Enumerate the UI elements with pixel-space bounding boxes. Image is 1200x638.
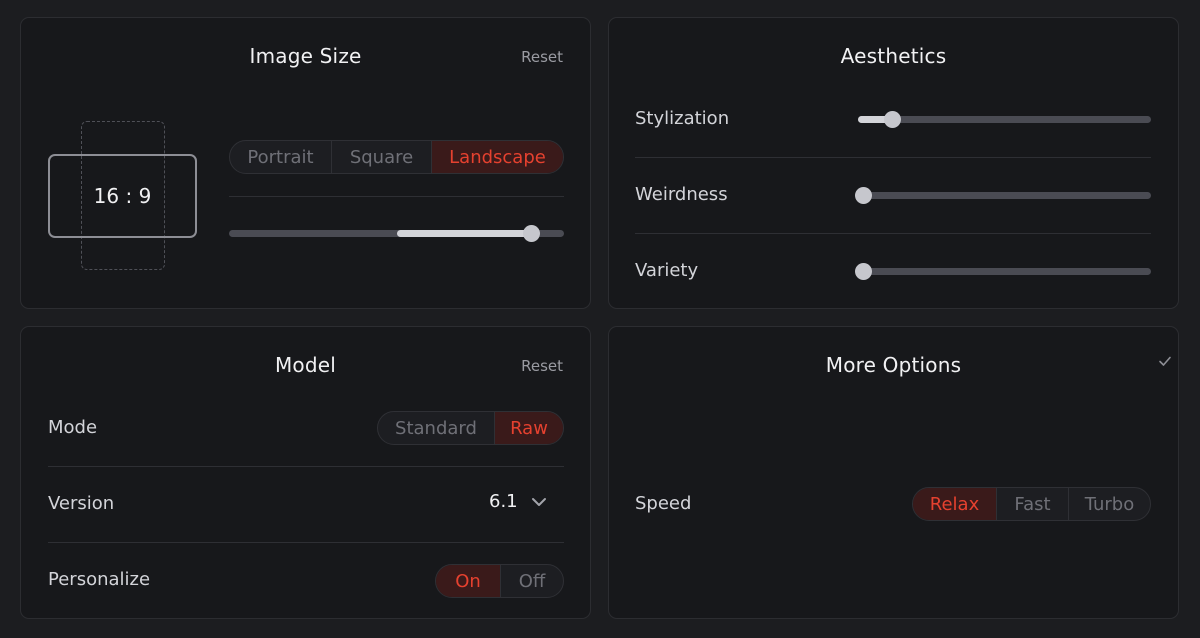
image-size-slider-fill (396, 230, 531, 237)
model-divider-2 (48, 542, 564, 543)
model-title: Model (274, 353, 337, 377)
image-size-slider[interactable] (229, 225, 564, 242)
personalize-off-button[interactable]: Off (500, 565, 563, 597)
image-size-reset-button[interactable]: Reset (521, 48, 563, 66)
mode-label: Mode (48, 417, 98, 438)
weirdness-slider[interactable] (855, 187, 1151, 204)
speed-segmented-control: Relax Fast Turbo (912, 487, 1151, 521)
mode-standard-button[interactable]: Standard (378, 412, 494, 444)
variety-slider[interactable] (855, 263, 1151, 280)
speed-relax-button[interactable]: Relax (913, 488, 996, 520)
version-label: Version (48, 493, 115, 514)
orientation-square-button[interactable]: Square (331, 141, 431, 173)
aesthetics-divider-2 (635, 233, 1151, 234)
variety-label: Variety (635, 260, 699, 281)
stylization-slider[interactable] (858, 111, 1151, 128)
image-size-title: Image Size (249, 44, 362, 68)
more-options-title: More Options (825, 353, 962, 377)
aspect-ratio-preview: 16 : 9 (48, 154, 197, 238)
mode-raw-button[interactable]: Raw (494, 412, 563, 444)
stylization-label: Stylization (635, 108, 730, 129)
variety-slider-thumb[interactable] (855, 263, 872, 280)
speed-turbo-button[interactable]: Turbo (1068, 488, 1150, 520)
orientation-portrait-button[interactable]: Portrait (230, 141, 331, 173)
personalize-label: Personalize (48, 569, 151, 590)
mode-segmented-control: Standard Raw (377, 411, 564, 445)
model-reset-button[interactable]: Reset (521, 357, 563, 375)
speed-label: Speed (635, 493, 692, 514)
version-value[interactable]: 6.1 (489, 491, 518, 512)
weirdness-label: Weirdness (635, 184, 728, 205)
image-size-divider (229, 196, 564, 197)
checkmark-icon[interactable] (1158, 355, 1172, 367)
personalize-on-button[interactable]: On (436, 565, 500, 597)
speed-fast-button[interactable]: Fast (996, 488, 1068, 520)
more-options-panel: More Options (608, 326, 1179, 619)
aesthetics-divider-1 (635, 157, 1151, 158)
model-divider-1 (48, 466, 564, 467)
orientation-landscape-button[interactable]: Landscape (431, 141, 563, 173)
personalize-segmented-control: On Off (435, 564, 564, 598)
chevron-down-icon[interactable] (531, 496, 547, 508)
weirdness-slider-thumb[interactable] (855, 187, 872, 204)
aesthetics-title: Aesthetics (840, 44, 947, 68)
orientation-segmented-control: Portrait Square Landscape (229, 140, 564, 174)
image-size-slider-thumb[interactable] (522, 225, 540, 242)
aspect-ratio-label: 16 : 9 (93, 184, 152, 208)
